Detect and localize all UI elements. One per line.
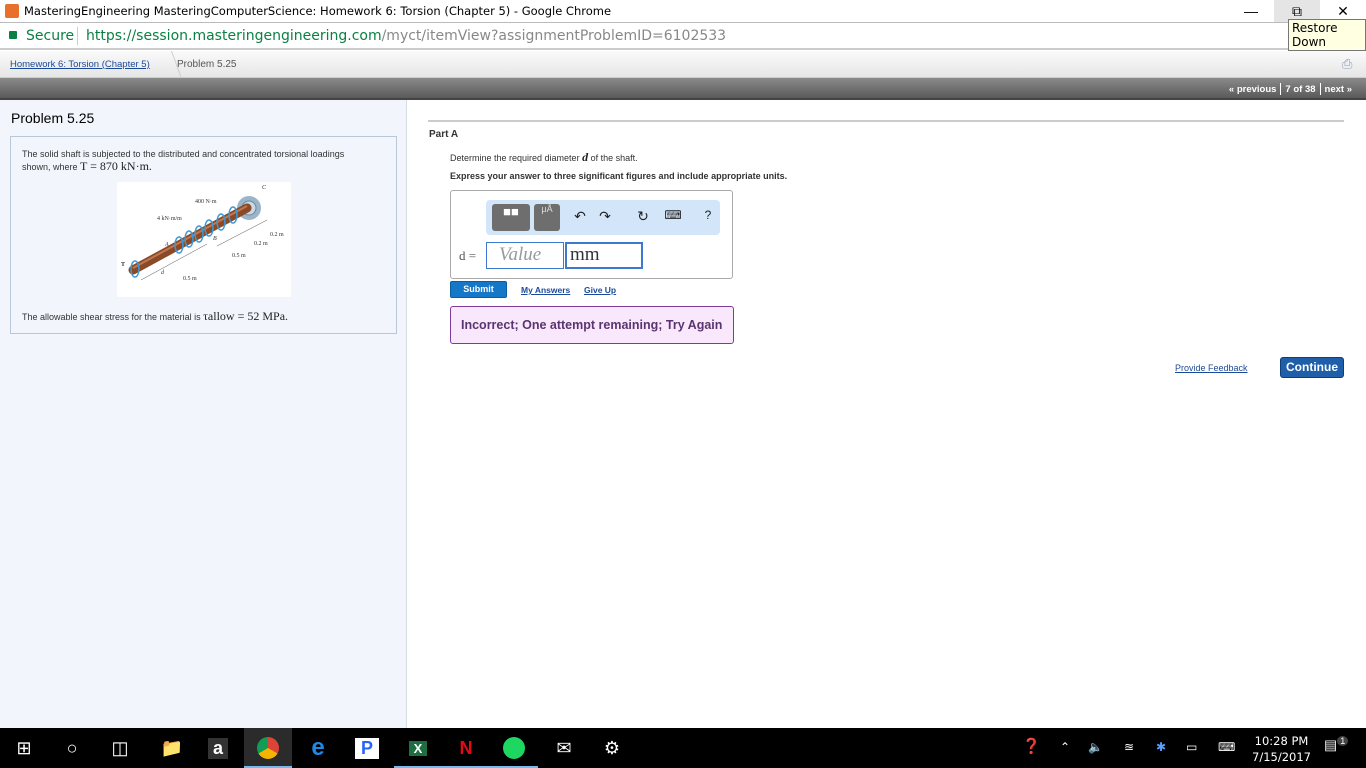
windows-start-icon[interactable]: ⊞ <box>0 728 48 768</box>
answer-box: ■■ μÅ ↶ ↷ ↻ ⌨ ? d = Value mm <box>450 190 733 279</box>
problem-panel: Problem 5.25 The solid shaft is subjecte… <box>0 100 407 728</box>
redo-icon[interactable]: ↷ <box>595 208 615 225</box>
help-button[interactable]: ? <box>698 208 718 222</box>
units-button[interactable]: μÅ <box>534 204 560 231</box>
shaft-figure: C 400 N·m 4 kN·m/m A B T d 0.2 m 0.2 m 0… <box>117 182 291 297</box>
wifi-icon[interactable]: ≊ <box>1124 740 1134 754</box>
divider <box>428 120 1344 122</box>
show-hidden-icons[interactable]: ⌃ <box>1060 740 1070 754</box>
pandora-icon[interactable]: P <box>343 728 391 768</box>
netflix-icon[interactable]: N <box>442 728 490 768</box>
allowable-text: The allowable shear stress for the mater… <box>22 312 201 322</box>
part-label: Part A <box>429 129 459 140</box>
label-a: A <box>164 242 169 248</box>
undo-icon[interactable]: ↶ <box>570 208 590 225</box>
breadcrumb: Homework 6: Torsion (Chapter 5) Problem … <box>0 51 1366 78</box>
my-answers-link[interactable]: My Answers <box>521 285 570 295</box>
volume-icon[interactable]: 🔈 <box>1088 740 1103 754</box>
variable-label: d = <box>459 248 477 263</box>
chrome-icon[interactable] <box>244 728 292 768</box>
settings-icon[interactable]: ⚙ <box>588 728 636 768</box>
value-input[interactable]: Value <box>486 242 564 269</box>
notification-count: 1 <box>1337 736 1349 746</box>
tooltip: Restore Down <box>1288 19 1366 51</box>
amazon-icon[interactable]: a <box>194 728 242 768</box>
units-icon: μÅ <box>541 204 553 214</box>
give-up-link[interactable]: Give Up <box>584 285 616 295</box>
provide-feedback-link[interactable]: Provide Feedback <box>1175 363 1248 373</box>
math-toolbar: ■■ μÅ ↶ ↷ ↻ ⌨ ? <box>486 200 720 235</box>
mail-icon[interactable]: ✉ <box>540 728 588 768</box>
keyboard-icon[interactable]: ⌨ <box>663 208 683 222</box>
breadcrumb-current: Problem 5.25 <box>177 59 237 70</box>
label-length-4: 0.5 m <box>183 276 197 282</box>
file-explorer-icon[interactable]: 📁 <box>148 728 196 768</box>
allowable-value: τallow = 52 MPa. <box>203 309 289 323</box>
task-view-icon[interactable]: ◫ <box>96 728 144 768</box>
question-var: d <box>582 150 589 164</box>
taskbar: ⊞ ○ ◫ 📁 a e P X N ✉ ⚙ ❓ ⌃ 🔈 ≊ ✱ ▭ ⌨ 10:2… <box>0 728 1366 768</box>
label-t: T <box>121 262 125 268</box>
question-post: of the shaft. <box>590 153 638 163</box>
help-alert-icon[interactable]: ❓ <box>1022 737 1041 755</box>
question-pre: Determine the required diameter <box>450 153 580 163</box>
excel-icon[interactable]: X <box>394 728 442 768</box>
question-text: Determine the required diameter d of the… <box>450 150 638 165</box>
url-text[interactable]: https://session.masteringengineering.com… <box>86 28 726 44</box>
window-title: MasteringEngineering MasteringComputerSc… <box>24 4 612 18</box>
problem-nav-bar: « previous 7 of 38 next » <box>0 78 1366 100</box>
label-moment: 400 N·m <box>195 199 217 205</box>
next-link[interactable]: next » <box>1325 84 1352 95</box>
divider <box>77 27 78 45</box>
feedback-message: Incorrect; One attempt remaining; Try Ag… <box>450 306 734 344</box>
action-center-icon[interactable]: ▤ 1 <box>1324 736 1349 754</box>
templates-button[interactable]: ■■ <box>492 204 530 231</box>
clock[interactable]: 10:28 PM 7/15/2017 <box>1252 733 1311 765</box>
secure-label: Secure <box>26 28 75 44</box>
label-d: d <box>161 270 165 276</box>
url-host: https://session.masteringengineering.com <box>86 28 382 44</box>
torque-value: T = 870 kN·m. <box>80 159 152 173</box>
print-icon[interactable]: ⎙ <box>1342 56 1352 72</box>
label-c: C <box>262 185 267 191</box>
url-path: /myct/itemView?assignmentProblemID=61025… <box>381 28 727 44</box>
label-length-3: 0.5 m <box>232 253 246 259</box>
keyboard-icon[interactable]: ⌨ <box>1218 740 1235 754</box>
breadcrumb-homework-link[interactable]: Homework 6: Torsion (Chapter 5) <box>10 59 150 70</box>
problem-title: Problem 5.25 <box>11 110 95 126</box>
reset-icon[interactable]: ↻ <box>633 208 653 225</box>
submit-button[interactable]: Submit <box>450 281 507 298</box>
unit-input[interactable]: mm <box>565 242 643 269</box>
app-icon <box>5 4 19 18</box>
label-length-1: 0.2 m <box>270 232 284 238</box>
pager-position: 7 of 38 <box>1285 83 1316 95</box>
label-b: B <box>213 236 217 242</box>
bluetooth-icon[interactable]: ✱ <box>1156 740 1166 754</box>
problem-statement: The solid shaft is subjected to the dist… <box>10 136 397 334</box>
spotify-icon[interactable] <box>490 728 538 768</box>
allowable-stress: The allowable shear stress for the mater… <box>22 310 382 323</box>
edge-icon[interactable]: e <box>294 728 342 768</box>
pager: « previous 7 of 38 next » <box>1225 83 1356 95</box>
title-bar: MasteringEngineering MasteringComputerSc… <box>0 0 1366 23</box>
label-distributed: 4 kN·m/m <box>157 216 182 222</box>
intro-text: The solid shaft is subjected to the dist… <box>22 149 345 172</box>
cortana-icon[interactable]: ○ <box>48 728 96 768</box>
date: 7/15/2017 <box>1252 750 1311 764</box>
templates-icon: ■■ <box>503 204 519 219</box>
battery-icon[interactable]: ▭ <box>1186 740 1197 754</box>
minimize-button[interactable]: — <box>1228 0 1274 22</box>
continue-button[interactable]: Continue <box>1280 357 1344 378</box>
previous-link[interactable]: « previous <box>1229 84 1277 95</box>
address-bar[interactable]: Secure https://session.masteringengineer… <box>0 23 1366 50</box>
problem-intro: The solid shaft is subjected to the dist… <box>22 148 362 173</box>
instruction-text: Express your answer to three significant… <box>450 171 788 181</box>
label-length-2: 0.2 m <box>254 241 268 247</box>
lock-icon <box>9 31 17 39</box>
time: 10:28 PM <box>1254 734 1309 748</box>
